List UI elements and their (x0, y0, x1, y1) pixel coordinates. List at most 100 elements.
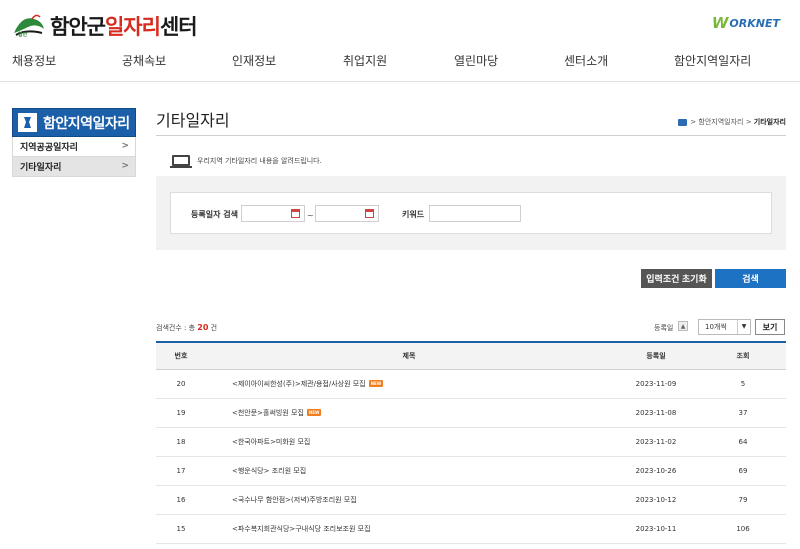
sidebar-title-label: 함안지역일자리 (43, 115, 130, 132)
date-to-input[interactable] (315, 205, 379, 222)
col-header-title: 제목 (206, 341, 612, 370)
row-date: 2023-11-02 (612, 427, 700, 457)
breadcrumb-path[interactable]: > 함안지역일자리 > (690, 117, 751, 127)
row-title-cell[interactable]: <한국아파트>미화원 모집 (206, 427, 612, 457)
logo-prefix: 함안군 (50, 15, 106, 39)
sidebar-item-other-jobs[interactable]: 기타일자리 > (12, 157, 136, 177)
col-header-views: 조회 (700, 341, 786, 370)
table-row[interactable]: 15 <파수복지회관식당>구내식당 조리보조원 모집 2023-10-11 10… (156, 514, 786, 544)
col-header-number: 번호 (156, 341, 206, 370)
row-title[interactable]: <행운식당> 조리원 모집 (232, 467, 306, 475)
logo-small-text: 함안 (18, 32, 28, 38)
nav-item-jobs[interactable]: 채용정보 (12, 52, 56, 69)
sort-asc-icon[interactable]: ▲ (678, 321, 688, 331)
calendar-icon[interactable] (291, 209, 300, 218)
row-views: 64 (700, 427, 786, 457)
reset-filters-button[interactable]: 입력조건 초기화 (641, 269, 712, 288)
nav-item-local-jobs[interactable]: 함안지역일자리 (674, 52, 751, 69)
nav-item-open-forum[interactable]: 열린마당 (454, 52, 498, 69)
sidebar-badge-icon (18, 113, 37, 132)
chevron-down-icon: ▼ (737, 320, 750, 334)
sidebar-item-label: 지역공공일자리 (20, 143, 78, 153)
sidebar-title: 함안지역일자리 (12, 108, 136, 137)
view-button[interactable]: 보기 (755, 319, 785, 335)
result-count: 검색건수 : 총 20 건 (156, 323, 217, 333)
col-header-date: 등록일 (612, 341, 700, 370)
date-range-tilde: ~ (307, 211, 314, 220)
chevron-right-icon: > (121, 141, 129, 151)
row-title[interactable]: <천안문>홀써빙원 모집 (232, 409, 304, 417)
site-header: 함안 함안군일자리센터 W ORKNET 채용정보 공채속보 인재정보 취업지원 … (0, 0, 800, 82)
page-size-value: 10개씩 (705, 323, 727, 331)
row-number: 15 (156, 514, 206, 544)
table-row[interactable]: 20 <제이아이씨한성(주)>제관/용접/사상원 모집 NEW 2023-11-0… (156, 369, 786, 399)
logo-mark-icon: 함안 (12, 11, 46, 41)
logo-text: 함안군일자리센터 (50, 11, 198, 41)
calendar-icon[interactable] (365, 209, 374, 218)
row-number: 19 (156, 398, 206, 428)
row-title-cell[interactable]: <천안문>홀써빙원 모집 NEW (206, 398, 612, 428)
row-views: 106 (700, 514, 786, 544)
row-number: 20 (156, 369, 206, 399)
logo-red: 일자리 (104, 15, 161, 39)
row-views: 79 (700, 485, 786, 515)
page-size-select[interactable]: 10개씩 ▼ (698, 319, 751, 335)
home-icon[interactable] (678, 118, 688, 126)
row-title[interactable]: <파수복지회관식당>구내식당 조리보조원 모집 (232, 525, 371, 533)
row-title[interactable]: <제이아이씨한성(주)>제관/용접/사상원 모집 (232, 380, 366, 388)
nav-item-public-recruit[interactable]: 공채속보 (122, 52, 166, 69)
worknet-logo[interactable]: W ORKNET (712, 14, 780, 32)
date-to-value (316, 215, 320, 223)
sidebar-item-label: 기타일자리 (20, 163, 62, 173)
row-title-cell[interactable]: <제이아이씨한성(주)>제관/용접/사상원 모집 NEW (206, 369, 612, 399)
row-views: 5 (700, 369, 786, 399)
nav-item-talent[interactable]: 인재정보 (232, 52, 276, 69)
row-views: 69 (700, 456, 786, 486)
title-divider (156, 135, 786, 136)
search-button[interactable]: 검색 (715, 269, 786, 288)
page-intro: 우리지역 기타일자리 내용을 알려드립니다. (170, 155, 322, 168)
page-title: 기타일자리 (156, 111, 230, 130)
count-number: 20 (197, 323, 209, 332)
intro-text: 우리지역 기타일자리 내용을 알려드립니다. (197, 156, 322, 165)
table-row[interactable]: 17 <행운식당> 조리원 모집 2023-10-26 69 (156, 456, 786, 486)
row-title-cell[interactable]: <파수복지회관식당>구내식당 조리보조원 모집 (206, 514, 612, 544)
table-row[interactable]: 18 <한국아파트>미화원 모집 2023-11-02 64 (156, 427, 786, 457)
logo-suffix: 센터 (159, 15, 198, 39)
breadcrumb-current: 기타일자리 (753, 118, 786, 126)
keyword-label: 키워드 (402, 210, 425, 219)
worknet-rest: ORKNET (729, 16, 780, 30)
row-title-cell[interactable]: <국수나무 함안점>(저녁)주방조리원 모집 (206, 485, 612, 515)
search-panel: 등록일자 검색 ~ 키워드 (156, 176, 786, 250)
row-number: 17 (156, 456, 206, 486)
row-date: 2023-10-11 (612, 514, 700, 544)
count-suffix: 건 (210, 324, 218, 332)
count-prefix: 검색건수 : 총 (156, 324, 196, 332)
sidebar-item-public-jobs[interactable]: 지역공공일자리 > (12, 137, 136, 157)
row-title-cell[interactable]: <행운식당> 조리원 모집 (206, 456, 612, 486)
breadcrumb: > 함안지역일자리 > 기타일자리 (678, 117, 786, 127)
table-row[interactable]: 19 <천안문>홀써빙원 모집 NEW 2023-11-08 37 (156, 398, 786, 428)
row-views: 37 (700, 398, 786, 428)
row-date: 2023-10-26 (612, 456, 700, 486)
table-header-row: 번호 제목 등록일 조회 (156, 341, 786, 370)
date-from-input[interactable] (241, 205, 305, 222)
date-from-value (242, 215, 246, 223)
row-title[interactable]: <한국아파트>미화원 모집 (232, 438, 310, 446)
table-row[interactable]: 16 <국수나무 함안점>(저녁)주방조리원 모집 2023-10-12 79 (156, 485, 786, 515)
chevron-right-icon: > (121, 161, 129, 171)
nav-item-center-intro[interactable]: 센터소개 (564, 52, 608, 69)
row-title[interactable]: <국수나무 함안점>(저녁)주방조리원 모집 (232, 496, 357, 504)
main-nav: 채용정보 공채속보 인재정보 취업지원 열린마당 센터소개 함안지역일자리 (0, 52, 800, 70)
site-logo[interactable]: 함안 함안군일자리센터 (12, 10, 198, 42)
keyword-value (430, 215, 434, 223)
row-date: 2023-10-12 (612, 485, 700, 515)
row-number: 16 (156, 485, 206, 515)
nav-item-employment-support[interactable]: 취업지원 (343, 52, 387, 69)
search-box: 등록일자 검색 ~ 키워드 (170, 192, 772, 234)
new-badge: NEW (306, 408, 322, 416)
row-number: 18 (156, 427, 206, 457)
job-list-table: 번호 제목 등록일 조회 20 <제이아이씨한성(주)>제관/용접/사상원 모집… (156, 341, 786, 544)
keyword-input[interactable] (429, 205, 521, 222)
worknet-w: W (711, 14, 729, 32)
